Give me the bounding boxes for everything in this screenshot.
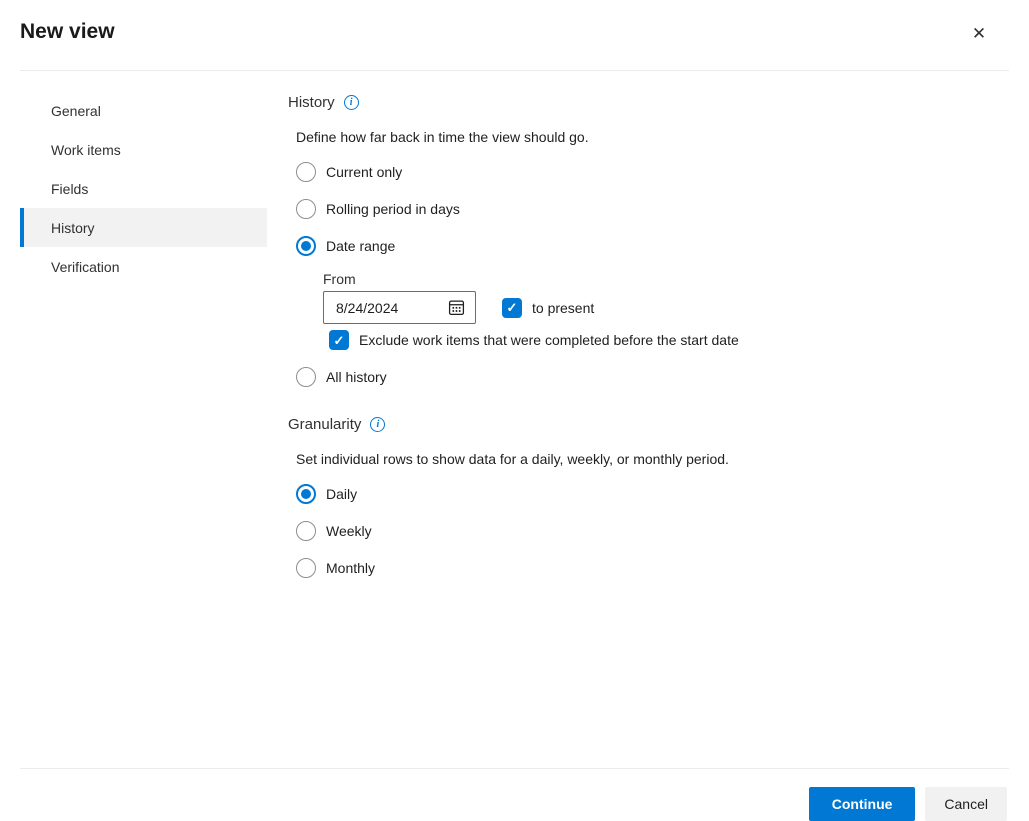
dialog-footer: Continue Cancel xyxy=(0,768,1029,821)
granularity-section: Granularity i Set individual rows to sho… xyxy=(288,416,1029,578)
radio-monthly[interactable]: Monthly xyxy=(296,558,1029,578)
radio-all-history[interactable]: All history xyxy=(296,367,1029,387)
sidebar-item-work-items[interactable]: Work items xyxy=(20,130,267,169)
radio-current-only[interactable]: Current only xyxy=(296,162,1029,182)
history-section-header: History i xyxy=(288,94,1029,111)
sidebar-item-history[interactable]: History xyxy=(20,208,267,247)
radio-daily[interactable]: Daily xyxy=(296,484,1029,504)
sidebar-item-label: General xyxy=(51,103,101,119)
dialog-title: New view xyxy=(20,18,1009,46)
close-button[interactable]: ✕ xyxy=(967,22,991,46)
date-range-block: From 8/24/2024 xyxy=(323,271,1029,350)
continue-button[interactable]: Continue xyxy=(809,787,916,821)
sidebar-item-label: History xyxy=(51,220,95,236)
radio-circle-icon xyxy=(296,162,316,182)
sidebar-item-label: Work items xyxy=(51,142,121,158)
date-row: 8/24/2024 xyxy=(323,291,1029,324)
granularity-description: Set individual rows to show data for a d… xyxy=(296,451,1029,467)
radio-circle-icon xyxy=(296,199,316,219)
cancel-button[interactable]: Cancel xyxy=(925,787,1007,821)
to-present-checkbox[interactable]: ✓ to present xyxy=(502,298,594,318)
dialog-header: New view ✕ xyxy=(0,0,1029,46)
new-view-dialog: New view ✕ General Work items Fields His… xyxy=(0,0,1029,821)
sidebar: General Work items Fields History Verifi… xyxy=(20,71,267,286)
calendar-icon[interactable] xyxy=(448,299,465,316)
exclude-completed-checkbox[interactable]: ✓ Exclude work items that were completed… xyxy=(329,330,1029,350)
history-section-title: History xyxy=(288,94,335,111)
radio-circle-icon xyxy=(296,521,316,541)
info-icon[interactable]: i xyxy=(344,95,359,110)
from-label: From xyxy=(323,271,1029,287)
sidebar-item-fields[interactable]: Fields xyxy=(20,169,267,208)
sidebar-item-general[interactable]: General xyxy=(20,91,267,130)
radio-circle-icon xyxy=(296,367,316,387)
dialog-body: General Work items Fields History Verifi… xyxy=(0,71,1029,578)
info-icon[interactable]: i xyxy=(370,417,385,432)
radio-circle-icon xyxy=(296,484,316,504)
radio-circle-icon xyxy=(296,236,316,256)
close-icon: ✕ xyxy=(972,24,986,44)
from-date-input[interactable]: 8/24/2024 xyxy=(323,291,476,324)
radio-weekly[interactable]: Weekly xyxy=(296,521,1029,541)
sidebar-item-verification[interactable]: Verification xyxy=(20,247,267,286)
history-description: Define how far back in time the view sho… xyxy=(296,129,1029,145)
radio-date-range[interactable]: Date range xyxy=(296,236,1029,256)
from-date-value: 8/24/2024 xyxy=(336,300,398,316)
granularity-section-title: Granularity xyxy=(288,416,361,433)
checkbox-checked-icon: ✓ xyxy=(329,330,349,350)
checkbox-checked-icon: ✓ xyxy=(502,298,522,318)
footer-buttons: Continue Cancel xyxy=(0,769,1029,821)
history-panel: History i Define how far back in time th… xyxy=(288,71,1029,578)
granularity-section-header: Granularity i xyxy=(288,416,1029,433)
radio-circle-icon xyxy=(296,558,316,578)
radio-rolling-period[interactable]: Rolling period in days xyxy=(296,199,1029,219)
sidebar-item-label: Verification xyxy=(51,259,119,275)
sidebar-item-label: Fields xyxy=(51,181,88,197)
